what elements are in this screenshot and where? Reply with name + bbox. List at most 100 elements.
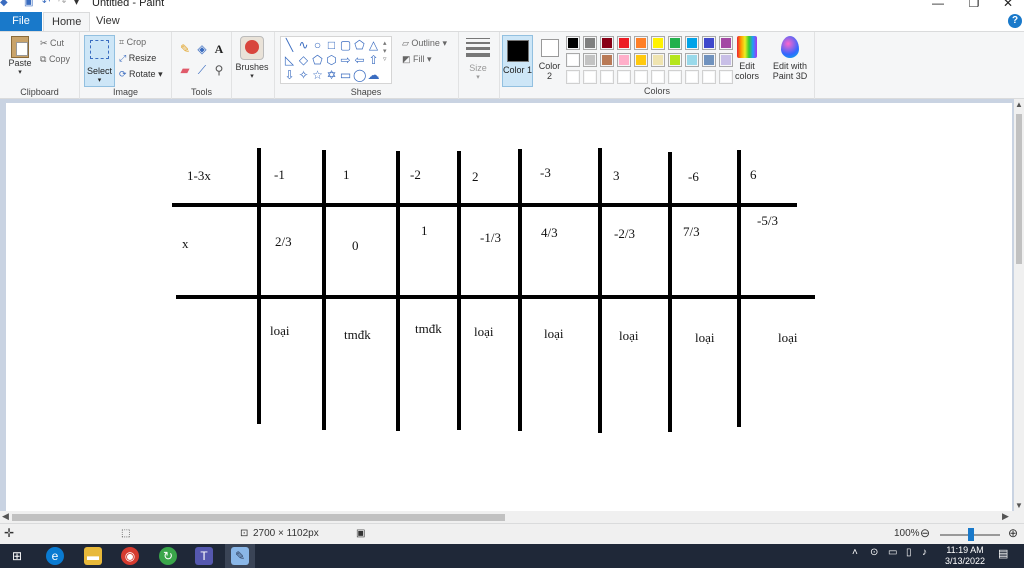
shapes-scroll-icon[interactable]: ▴ ▾ ▿ bbox=[383, 39, 387, 63]
tray-app-icon[interactable]: ⊙ bbox=[870, 547, 878, 558]
scroll-left-icon[interactable]: ◀ bbox=[2, 511, 9, 522]
notifications-icon[interactable]: ▤ bbox=[998, 547, 1008, 560]
crop-button[interactable]: ⌗ Crop bbox=[119, 37, 146, 48]
tab-home[interactable]: Home bbox=[43, 12, 91, 31]
maximize-button[interactable]: ❐ bbox=[964, 0, 984, 10]
color2-button[interactable]: Color 2 bbox=[536, 35, 563, 81]
vertical-scroll-thumb[interactable] bbox=[1016, 114, 1022, 264]
rectangle-shape-icon[interactable]: □ bbox=[325, 39, 338, 52]
scroll-up-icon[interactable]: ▲ bbox=[1015, 100, 1023, 109]
fill-button[interactable]: ◩ Fill ▾ bbox=[402, 54, 432, 65]
palette-swatch[interactable] bbox=[617, 36, 631, 50]
brushes-button[interactable]: Brushes ▾ bbox=[234, 36, 270, 80]
green-app-icon[interactable]: ↻ bbox=[159, 547, 177, 565]
palette-swatch[interactable] bbox=[566, 36, 580, 50]
six-point-star-shape-icon[interactable]: ✡ bbox=[325, 69, 338, 82]
palette-swatch[interactable] bbox=[651, 70, 665, 84]
palette-swatch[interactable] bbox=[685, 53, 699, 67]
pencil-icon[interactable]: ✎ bbox=[178, 42, 192, 56]
outline-button[interactable]: ▱ Outline ▾ bbox=[402, 38, 447, 49]
windows-start-icon[interactable]: ⊞ bbox=[8, 547, 26, 565]
edit-colors-button[interactable]: Edit colors bbox=[732, 36, 762, 81]
teams-icon[interactable]: T bbox=[195, 547, 213, 565]
oval-shape-icon[interactable]: ○ bbox=[311, 39, 324, 52]
palette-swatch[interactable] bbox=[719, 53, 733, 67]
palette-swatch[interactable] bbox=[668, 70, 682, 84]
size-button[interactable]: Size ▾ bbox=[462, 38, 494, 81]
paste-button[interactable]: Paste ▾ bbox=[6, 36, 34, 76]
palette-swatch[interactable] bbox=[634, 53, 648, 67]
triangle-shape-icon[interactable]: △ bbox=[367, 39, 380, 52]
curve-shape-icon[interactable]: ∿ bbox=[297, 39, 310, 52]
palette-swatch[interactable] bbox=[685, 70, 699, 84]
tab-view[interactable]: View bbox=[88, 12, 128, 31]
callout-oval-shape-icon[interactable]: ◯ bbox=[353, 69, 366, 82]
palette-swatch[interactable] bbox=[583, 70, 597, 84]
zoom-in-icon[interactable]: ⊕ bbox=[1008, 526, 1018, 540]
select-button[interactable]: Select ▾ bbox=[84, 35, 115, 87]
edit-with-paint3d-button[interactable]: Edit with Paint 3D bbox=[768, 36, 812, 81]
callout-cloud-shape-icon[interactable]: ☁ bbox=[367, 69, 380, 82]
close-button[interactable]: ✕ bbox=[998, 0, 1018, 10]
palette-swatch[interactable] bbox=[719, 36, 733, 50]
palette-swatch[interactable] bbox=[617, 53, 631, 67]
palette-swatch[interactable] bbox=[702, 53, 716, 67]
palette-swatch[interactable] bbox=[668, 36, 682, 50]
down-arrow-shape-icon[interactable]: ⇩ bbox=[283, 69, 296, 82]
scroll-right-icon[interactable]: ▶ bbox=[1002, 511, 1009, 522]
redo-icon[interactable]: ↷ bbox=[58, 0, 68, 8]
taskbar-clock[interactable]: 11:19 AM 3/13/2022 bbox=[940, 545, 990, 567]
undo-icon[interactable]: ↶ bbox=[42, 0, 52, 8]
palette-swatch[interactable] bbox=[685, 36, 699, 50]
color-picker-icon[interactable]: ⟋ bbox=[195, 63, 209, 77]
right-arrow-shape-icon[interactable]: ⇨ bbox=[339, 54, 352, 67]
text-tool-icon[interactable]: A bbox=[212, 42, 226, 56]
palette-swatch[interactable] bbox=[600, 70, 614, 84]
cut-button[interactable]: ✂ Cut bbox=[40, 38, 64, 49]
customize-quick-access-icon[interactable]: ▾ bbox=[74, 0, 84, 8]
paint-taskbar-icon[interactable]: ✎ bbox=[231, 547, 249, 565]
palette-swatch[interactable] bbox=[702, 36, 716, 50]
palette-swatch[interactable] bbox=[583, 36, 597, 50]
rounded-rectangle-shape-icon[interactable]: ▢ bbox=[339, 39, 352, 52]
hexagon-shape-icon[interactable]: ⬡ bbox=[325, 54, 338, 67]
palette-swatch[interactable] bbox=[702, 70, 716, 84]
up-arrow-shape-icon[interactable]: ⇧ bbox=[367, 54, 380, 67]
tab-file[interactable]: File bbox=[0, 12, 42, 31]
palette-swatch[interactable] bbox=[566, 53, 580, 67]
palette-swatch[interactable] bbox=[617, 70, 631, 84]
palette-swatch[interactable] bbox=[600, 53, 614, 67]
copy-button[interactable]: ⧉ Copy bbox=[40, 54, 70, 65]
palette-swatch[interactable] bbox=[651, 36, 665, 50]
magnifier-icon[interactable]: ⚲ bbox=[212, 63, 226, 77]
palette-swatch[interactable] bbox=[634, 36, 648, 50]
palette-swatch[interactable] bbox=[583, 53, 597, 67]
chrome-browser-icon[interactable]: ◉ bbox=[121, 547, 139, 565]
palette-swatch[interactable] bbox=[566, 70, 580, 84]
show-hidden-icons-icon[interactable]: ˄ bbox=[852, 547, 858, 558]
right-triangle-shape-icon[interactable]: ◺ bbox=[283, 54, 296, 67]
zoom-out-icon[interactable]: ⊖ bbox=[920, 526, 930, 540]
color1-button[interactable]: Color 1 bbox=[502, 35, 533, 87]
palette-swatch[interactable] bbox=[719, 70, 733, 84]
volume-icon[interactable]: ♪ bbox=[922, 547, 927, 558]
pentagon-shape-icon[interactable]: ⬠ bbox=[311, 54, 324, 67]
resize-button[interactable]: ⤢ Resize bbox=[119, 53, 156, 64]
callout-rect-shape-icon[interactable]: ▭ bbox=[339, 69, 352, 82]
drawing-canvas[interactable]: 1-3x -1 1 -2 2 -3 3 -6 6 x 2/3 0 1 -1/3 … bbox=[6, 103, 1012, 513]
polygon-shape-icon[interactable]: ⬠ bbox=[353, 39, 366, 52]
fill-bucket-icon[interactable]: ◈ bbox=[195, 42, 209, 56]
line-shape-icon[interactable]: ╲ bbox=[283, 39, 296, 52]
file-explorer-icon[interactable]: ▬ bbox=[84, 547, 102, 565]
network-icon[interactable]: ▭ bbox=[888, 547, 897, 558]
palette-swatch[interactable] bbox=[651, 53, 665, 67]
battery-icon[interactable]: ▯ bbox=[906, 547, 912, 558]
help-icon[interactable]: ? bbox=[1008, 14, 1022, 28]
four-point-star-shape-icon[interactable]: ✧ bbox=[297, 69, 310, 82]
zoom-slider-thumb[interactable] bbox=[968, 528, 974, 541]
eraser-icon[interactable]: ▰ bbox=[178, 63, 192, 77]
rotate-button[interactable]: ⟳ Rotate ▾ bbox=[119, 69, 163, 80]
diamond-shape-icon[interactable]: ◇ bbox=[297, 54, 310, 67]
horizontal-scroll-thumb[interactable] bbox=[12, 514, 505, 521]
five-point-star-shape-icon[interactable]: ☆ bbox=[311, 69, 324, 82]
